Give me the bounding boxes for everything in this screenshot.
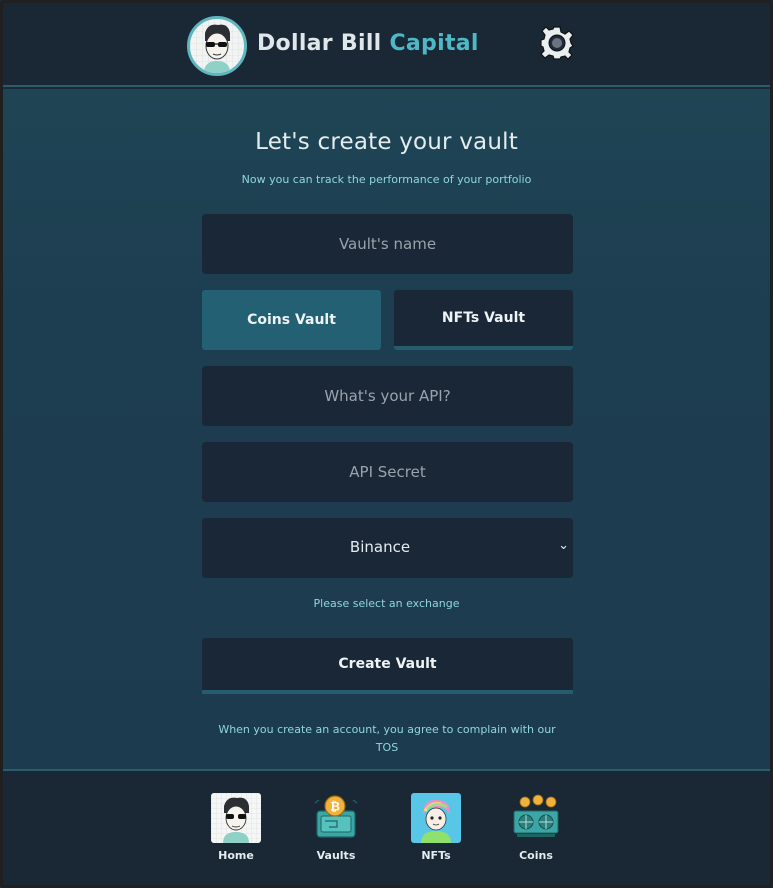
nav-label-coins: Coins: [519, 849, 553, 862]
vault-name-input[interactable]: [202, 214, 573, 274]
bottom-nav: Home ₿ Vaults NFTs Coins: [3, 769, 770, 885]
exchange-select[interactable]: Binance ⌄: [202, 518, 573, 578]
create-vault-button[interactable]: Create Vault: [202, 638, 573, 694]
nav-label-vaults: Vaults: [316, 849, 356, 862]
brand-name-part1: Dollar Bill: [257, 31, 390, 56]
api-secret-input[interactable]: [202, 442, 573, 502]
nav-item-home[interactable]: Home: [201, 793, 271, 862]
coins-vault-button[interactable]: Coins Vault: [202, 290, 381, 350]
page-subtitle: Now you can track the performance of you…: [241, 173, 532, 186]
nav-label-nfts: NFTs: [421, 849, 451, 862]
exchange-selected-value: Binance: [349, 538, 411, 556]
api-key-field[interactable]: [202, 366, 573, 426]
exchange-hint: Please select an exchange: [313, 597, 460, 610]
vault-name-field[interactable]: [202, 214, 573, 274]
app-window: Dollar Bill Capital Let's create your va…: [0, 0, 773, 888]
brand-name-part2: Capital: [389, 31, 479, 56]
api-key-input[interactable]: [202, 366, 573, 426]
nft-avatar-icon: [411, 793, 461, 843]
avatar-icon: [211, 793, 261, 843]
svg-text:₿: ₿: [330, 800, 340, 814]
top-header: Dollar Bill Capital: [3, 3, 770, 87]
vault-bitcoin-icon: ₿: [311, 793, 361, 843]
nav-label-home: Home: [218, 849, 254, 862]
create-vault-panel: Let's create your vault Now you can trac…: [3, 89, 770, 769]
avatar-logo-icon[interactable]: [187, 16, 247, 76]
page-title: Let's create your vault: [255, 129, 518, 155]
nav-item-coins[interactable]: Coins: [501, 793, 571, 862]
mining-rig-icon: [511, 793, 561, 843]
nav-item-vaults[interactable]: ₿ Vaults: [301, 793, 371, 862]
gear-icon[interactable]: [539, 25, 575, 61]
nav-item-nfts[interactable]: NFTs: [401, 793, 471, 862]
nfts-vault-button[interactable]: NFTs Vault: [394, 290, 573, 350]
brand-title: Dollar Bill Capital: [257, 31, 479, 56]
api-secret-field[interactable]: [202, 442, 573, 502]
chevron-down-icon: ⌄: [558, 538, 569, 553]
tos-notice: When you create an account, you agree to…: [218, 723, 556, 754]
